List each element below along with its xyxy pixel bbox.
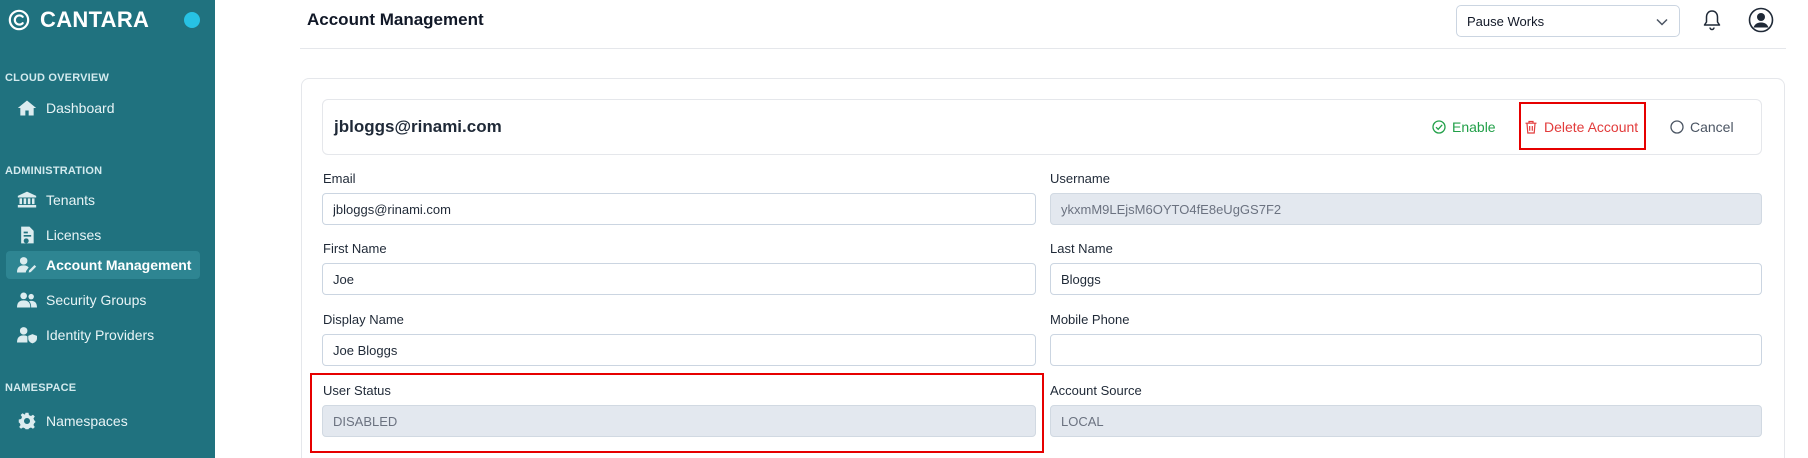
gear-icon [16,411,38,431]
section-cloud-overview: CLOUD OVERVIEW [5,72,110,84]
brand-name: CANTARA [40,7,150,32]
sidebar-item-label: Security Groups [46,292,147,308]
sidebar-item-security-groups[interactable]: Security Groups [6,286,200,314]
username-label: Username [1050,171,1110,186]
last-name-field[interactable] [1050,263,1762,295]
sidebar-item-account-management[interactable]: Account Management [6,251,200,279]
enable-button[interactable]: Enable [1432,117,1496,137]
app: CANTARA CLOUD OVERVIEW Dashboard ADMINIS… [0,0,1808,458]
building-icon [16,190,38,210]
enable-label: Enable [1452,119,1496,135]
cantara-logo-icon [8,9,30,31]
status-dot [184,12,200,28]
user-status-highlight [310,373,1044,453]
first-name-label: First Name [323,241,387,256]
section-namespace: NAMESPACE [5,382,77,394]
cancel-button[interactable]: Cancel [1670,117,1734,137]
circle-icon [1670,120,1684,134]
check-circle-icon [1432,120,1446,134]
sidebar-item-dashboard[interactable]: Dashboard [6,94,200,122]
page-title: Account Management [307,10,484,29]
first-name-field[interactable] [322,263,1036,295]
sidebar-item-tenants[interactable]: Tenants [6,186,200,214]
sidebar-item-licenses[interactable]: Licenses [6,221,200,249]
users-icon [16,290,38,310]
display-name-label: Display Name [323,312,404,327]
cancel-label: Cancel [1690,119,1734,135]
header-divider [300,48,1786,49]
sidebar-item-identity-providers[interactable]: Identity Providers [6,321,200,349]
brand[interactable]: CANTARA [8,6,149,34]
account-title: jbloggs@rinami.com [334,117,502,136]
username-field[interactable] [1050,193,1762,225]
sidebar-item-label: Tenants [46,192,96,208]
email-field[interactable] [322,193,1036,225]
email-label: Email [323,171,356,186]
user-edit-icon [16,255,38,275]
mobile-phone-label: Mobile Phone [1050,312,1130,327]
sidebar-item-label: Licenses [46,227,102,243]
sidebar-item-namespaces[interactable]: Namespaces [6,407,200,435]
bell-icon[interactable] [1702,9,1722,31]
account-source-label: Account Source [1050,383,1142,398]
home-icon [16,98,38,118]
last-name-label: Last Name [1050,241,1113,256]
license-icon [16,225,38,245]
sidebar-item-label: Account Management [46,257,192,273]
tenant-select[interactable]: Pause Works [1456,5,1680,37]
user-avatar-icon[interactable] [1748,7,1774,33]
tenant-select-value: Pause Works [1467,13,1545,29]
display-name-field[interactable] [322,334,1036,366]
sidebar-item-label: Dashboard [46,100,115,116]
delete-account-highlight [1519,102,1646,150]
mobile-phone-field[interactable] [1050,334,1762,366]
chevron-down-icon [1656,18,1668,26]
section-administration: ADMINISTRATION [5,165,103,177]
sidebar: CANTARA CLOUD OVERVIEW Dashboard ADMINIS… [0,0,215,458]
user-shield-icon [16,325,38,345]
sidebar-item-label: Identity Providers [46,327,155,343]
sidebar-item-label: Namespaces [46,413,128,429]
account-source-field[interactable] [1050,405,1762,437]
